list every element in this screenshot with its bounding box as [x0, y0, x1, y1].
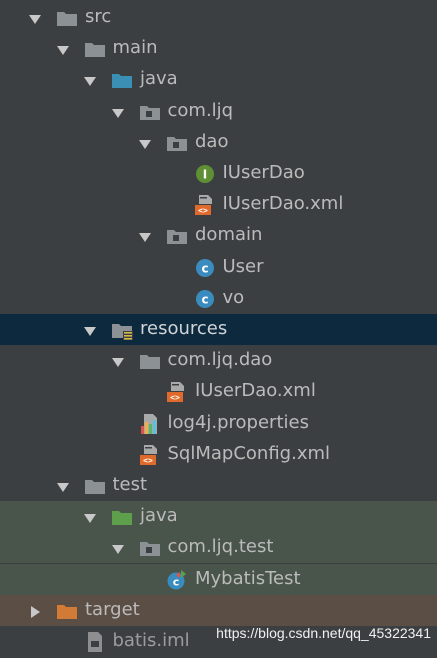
tree-item-label: com.ljq.dao: [167, 349, 273, 370]
folder-icon: [84, 38, 106, 60]
tree-item-label: IUserDao.xml: [195, 380, 316, 401]
svg-text:c: c: [173, 576, 180, 589]
folder-icon: [139, 350, 161, 372]
collapsed-arrow-icon[interactable]: [28, 603, 42, 618]
interface-icon: I: [194, 163, 216, 185]
tree-item-label: IUserDao: [222, 162, 305, 183]
svg-text:<>: <>: [143, 456, 153, 465]
tree-item-label: java: [140, 505, 178, 526]
tree-row[interactable]: <> IUserDao.xml: [0, 376, 437, 407]
expanded-arrow-icon[interactable]: [111, 104, 125, 118]
svg-text:<>: <>: [170, 393, 180, 402]
tree-item-label: MybatisTest: [195, 568, 301, 589]
tree-item-label: com.ljq: [167, 100, 234, 121]
tree-item-label: SqlMapConfig.xml: [167, 443, 331, 464]
tree-row[interactable]: resources: [0, 314, 437, 345]
excluded-folder-icon: [56, 600, 78, 622]
folder-icon: [56, 7, 78, 29]
tree-item-label: batis.iml: [112, 630, 190, 651]
tree-row[interactable]: java: [0, 501, 437, 532]
expanded-arrow-icon[interactable]: [56, 41, 70, 55]
tree-row[interactable]: <> IUserDao.xml: [0, 189, 437, 220]
test-class-icon: c: [166, 569, 188, 591]
tree-row[interactable]: target: [0, 595, 437, 626]
tree-item-label: java: [140, 68, 178, 89]
resources-folder-icon: [111, 319, 133, 341]
tree-item-label: domain: [195, 224, 263, 245]
svg-text:<>: <>: [198, 206, 208, 215]
tree-item-label: IUserDao.xml: [222, 193, 344, 214]
tree-row[interactable]: com.ljq.dao: [0, 345, 437, 376]
expanded-arrow-icon[interactable]: [138, 228, 152, 242]
expanded-arrow-icon[interactable]: [111, 540, 125, 554]
tree-row[interactable]: test: [0, 470, 437, 501]
tree-row[interactable]: c vo: [0, 283, 437, 314]
expanded-arrow-icon[interactable]: [111, 353, 125, 367]
expanded-arrow-icon[interactable]: [83, 72, 97, 86]
tree-item-label: src: [85, 6, 112, 27]
tree-item-label: com.ljq.test: [167, 536, 274, 557]
tree-row[interactable]: java: [0, 64, 437, 95]
tree-row[interactable]: <> SqlMapConfig.xml: [0, 439, 437, 470]
xml-file-icon: <>: [139, 444, 161, 466]
expanded-arrow-icon[interactable]: [83, 509, 97, 523]
expanded-arrow-icon[interactable]: [83, 322, 97, 336]
tree-item-label: vo: [222, 287, 245, 308]
expanded-arrow-icon[interactable]: [138, 135, 152, 149]
tree-item-label: test: [112, 474, 148, 495]
class-icon: c: [194, 288, 216, 310]
tree-row[interactable]: dao: [0, 127, 437, 158]
package-icon: [166, 132, 188, 154]
tree-item-label: log4j.properties: [167, 412, 309, 433]
tree-row[interactable]: c User: [0, 252, 437, 283]
module-file-icon: [84, 631, 106, 653]
svg-text:c: c: [201, 262, 208, 276]
source-folder-icon: [111, 69, 133, 91]
expanded-arrow-icon[interactable]: [28, 10, 42, 24]
tree-row[interactable]: log4j.properties: [0, 408, 437, 439]
expanded-arrow-icon[interactable]: [56, 478, 70, 492]
tree-item-label: User: [222, 256, 264, 277]
package-icon: [166, 225, 188, 247]
tree-row[interactable]: src: [0, 2, 437, 33]
tree-item-label: dao: [195, 131, 229, 152]
tree-row[interactable]: c MybatisTest: [0, 564, 437, 595]
xml-file-icon: <>: [194, 194, 216, 216]
folder-icon: [84, 475, 106, 497]
svg-text:I: I: [202, 168, 206, 182]
tree-row[interactable]: I IUserDao: [0, 158, 437, 189]
watermark-text: https://blog.csdn.net/qq_45322341: [216, 625, 431, 641]
tree-item-label: target: [85, 599, 140, 620]
svg-text:c: c: [201, 293, 208, 307]
tree-row[interactable]: domain: [0, 220, 437, 251]
package-icon: [139, 537, 161, 559]
package-icon: [139, 101, 161, 123]
tree-item-label: resources: [140, 318, 228, 339]
tree-row[interactable]: main: [0, 33, 437, 64]
tree-item-label: main: [112, 37, 158, 58]
class-icon: c: [194, 257, 216, 279]
xml-file-icon: <>: [166, 381, 188, 403]
tree-row[interactable]: com.ljq: [0, 96, 437, 127]
test-source-folder-icon: [111, 506, 133, 528]
properties-file-icon: [139, 413, 161, 435]
tree-row[interactable]: com.ljq.test: [0, 532, 437, 563]
